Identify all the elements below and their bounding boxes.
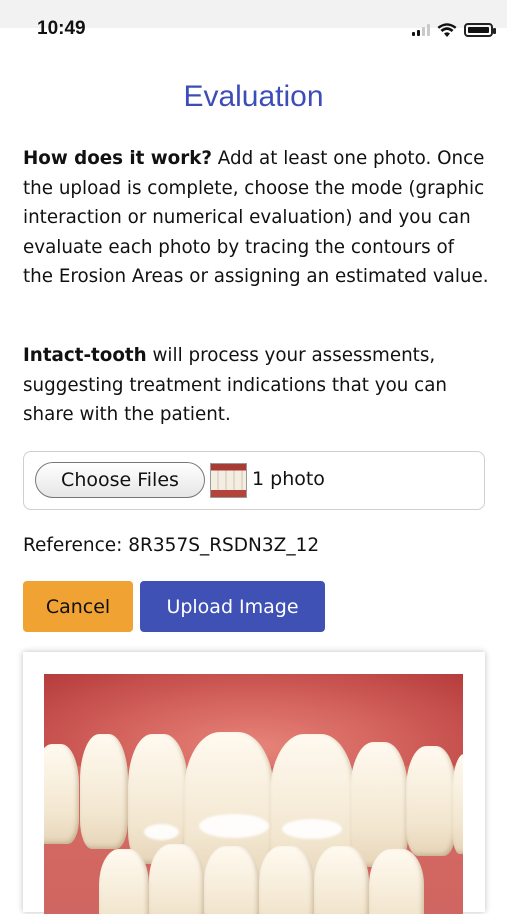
- intro-paragraph: How does it work? Add at least one photo…: [23, 144, 489, 292]
- brand-name: Intact-tooth: [23, 345, 147, 366]
- file-input[interactable]: Choose Files 1 photo: [23, 451, 485, 510]
- intro-heading: How does it work?: [23, 148, 212, 169]
- photo-thumbnail: [210, 463, 247, 498]
- cancel-button[interactable]: Cancel: [23, 581, 133, 632]
- battery-icon: [464, 23, 496, 37]
- page-title: Evaluation: [183, 80, 324, 113]
- file-count-label: 1 photo: [252, 468, 325, 490]
- photo-preview-card: [23, 652, 485, 914]
- upload-image-button[interactable]: Upload Image: [140, 581, 325, 632]
- choose-files-button[interactable]: Choose Files: [35, 462, 205, 498]
- status-time: 10:49: [37, 18, 86, 39]
- teeth-photo: [44, 674, 463, 914]
- wifi-icon: [437, 22, 457, 37]
- status-icons: [412, 22, 496, 38]
- reference-label: Reference: 8R357S_RSDN3Z_12: [23, 535, 320, 556]
- signal-icon: [412, 24, 430, 36]
- status-bar: 10:49: [0, 0, 507, 39]
- info-paragraph: Intact-tooth will process your assessmen…: [23, 341, 489, 430]
